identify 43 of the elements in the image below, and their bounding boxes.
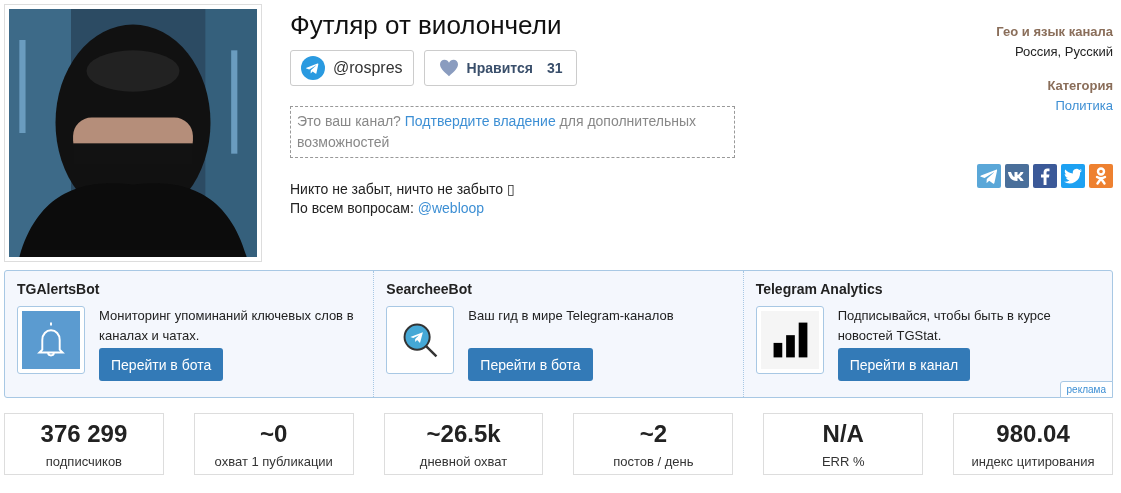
stat-value: ~0 bbox=[259, 420, 289, 448]
stat-value: 376 299 bbox=[39, 420, 129, 448]
bell-icon bbox=[22, 311, 80, 369]
ad-badge: реклама bbox=[1059, 381, 1113, 398]
stat-label: индекс цитирования bbox=[970, 454, 1096, 469]
ad-button[interactable]: Перейти в канал bbox=[837, 348, 971, 381]
ad-title: Telegram Analytics bbox=[755, 281, 884, 297]
stat-label: постов / день bbox=[612, 454, 695, 469]
info-label: Гео и язык канала bbox=[996, 23, 1113, 41]
stat-value: ~2 bbox=[638, 420, 669, 448]
like-button[interactable]: Нравится 31 bbox=[423, 50, 578, 86]
twitter-share-icon[interactable] bbox=[1061, 164, 1085, 188]
stat-label: подписчиков bbox=[44, 454, 124, 469]
stat-value: 980.04 bbox=[995, 420, 1071, 448]
ad-button[interactable]: Перейти в бота bbox=[468, 348, 593, 381]
description-line: По всем вопросам: @webloop bbox=[290, 199, 486, 218]
ad-description: Подписывайся, чтобы быть в курсе новостей TGStat. bbox=[837, 307, 1052, 345]
username-link[interactable]: @rospres bbox=[290, 50, 414, 86]
vk-share-icon[interactable] bbox=[1005, 164, 1029, 188]
info-value: Россия, Русский bbox=[1014, 43, 1113, 61]
ad-button[interactable]: Перейти в бота bbox=[99, 348, 224, 381]
description-line: Никто не забыт, ничто не забыто ▯ bbox=[290, 180, 516, 199]
telegram-icon bbox=[301, 56, 325, 80]
ad-title: TGAlertsBot bbox=[17, 281, 101, 297]
ad-description: Ваш гид в мире Telegram-каналов bbox=[468, 307, 675, 325]
info-label: Категория bbox=[1047, 77, 1113, 95]
telegram-share-icon[interactable] bbox=[977, 164, 1001, 188]
heart-icon bbox=[438, 59, 459, 77]
ownership-notice: Это ваш канал? Подтвердите владение для дополнительных возможностей bbox=[290, 106, 735, 158]
bar-chart-icon bbox=[760, 311, 819, 369]
channel-title: Футляр от виолончели bbox=[290, 9, 563, 42]
ad-title: SearcheeBot bbox=[386, 281, 473, 297]
contact-link[interactable]: @webloop bbox=[417, 200, 485, 216]
ok-share-icon[interactable] bbox=[1089, 164, 1113, 188]
stat-value: N/A bbox=[821, 420, 865, 448]
stat-label: ERR % bbox=[820, 454, 866, 469]
stat-label: охват 1 публикации bbox=[213, 454, 334, 469]
confirm-ownership-link[interactable]: Подтвердите владение bbox=[404, 113, 556, 129]
stat-label: дневной охват bbox=[418, 454, 509, 469]
stat-value: ~26.5k bbox=[425, 420, 502, 448]
category-link[interactable]: Политика bbox=[1055, 96, 1113, 116]
ad-description: Мониторинг упоминаний ключевых слов в каналах и чатах. bbox=[99, 307, 355, 345]
facebook-share-icon[interactable] bbox=[1033, 164, 1057, 188]
